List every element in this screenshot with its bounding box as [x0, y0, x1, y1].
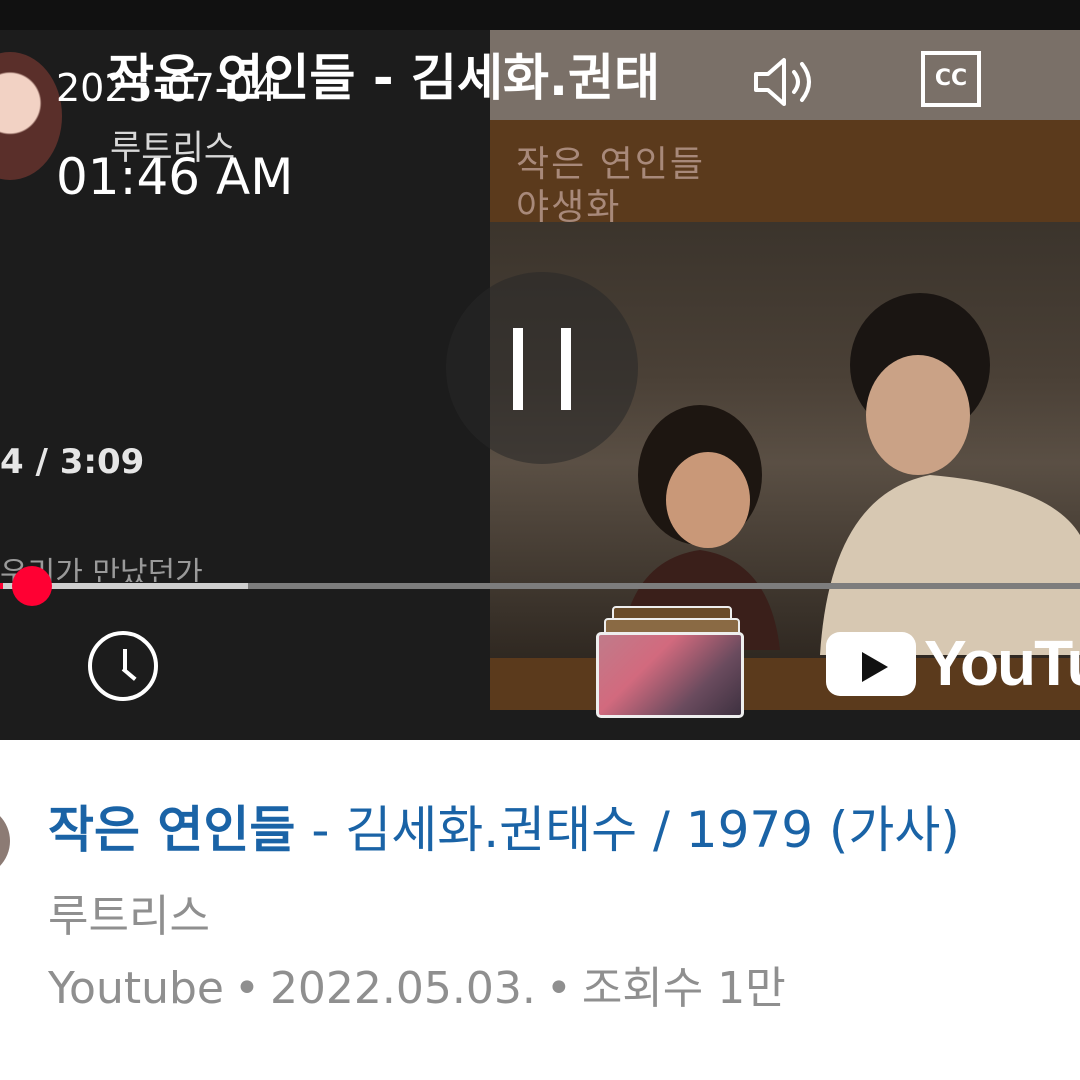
progress-scrubber[interactable] [12, 566, 52, 606]
playlist-stack-icon[interactable] [596, 606, 744, 718]
pause-icon-bar-right [561, 328, 571, 410]
video-source: Youtube [48, 963, 224, 1014]
video-title-rest: - 김세화.권태수 / 1979 (가사) [295, 801, 960, 859]
youtube-logo-text: YouTube [924, 627, 1080, 699]
video-views: 조회수 1만 [581, 963, 786, 1014]
pause-icon-bar-left [513, 328, 523, 410]
video-player[interactable]: 작은 연인들 야생화 작은 연인들 - 김세화.권태수 / 1979 (가사) … [0, 0, 1080, 740]
progress-played [0, 583, 4, 589]
timestamp-date: 2025-07-04 [56, 66, 277, 110]
video-title-link[interactable]: 작은 연인들 - 김세화.권태수 / 1979 (가사) [48, 790, 960, 862]
youtube-play-icon [826, 632, 916, 696]
thumbnail-person-right [820, 293, 1080, 655]
clock-icon[interactable] [88, 631, 158, 701]
video-title-main: 작은 연인들 [48, 801, 296, 859]
channel-avatar[interactable] [0, 52, 62, 180]
meta-separator: • [545, 963, 572, 1014]
meta-separator: • [233, 963, 260, 1014]
pause-button[interactable] [446, 272, 638, 464]
video-meta: Youtube • 2022.05.03. • 조회수 1만 [48, 952, 786, 1016]
channel-name[interactable]: 루트리스 [48, 880, 210, 944]
volume-icon[interactable] [750, 52, 820, 112]
captions-icon[interactable]: CC [921, 51, 981, 107]
timestamp-time: 01:46 AM [56, 148, 294, 206]
video-date: 2022.05.03. [269, 963, 536, 1014]
time-display: 4 / 3:09 [0, 442, 145, 482]
status-bar [0, 0, 1080, 30]
